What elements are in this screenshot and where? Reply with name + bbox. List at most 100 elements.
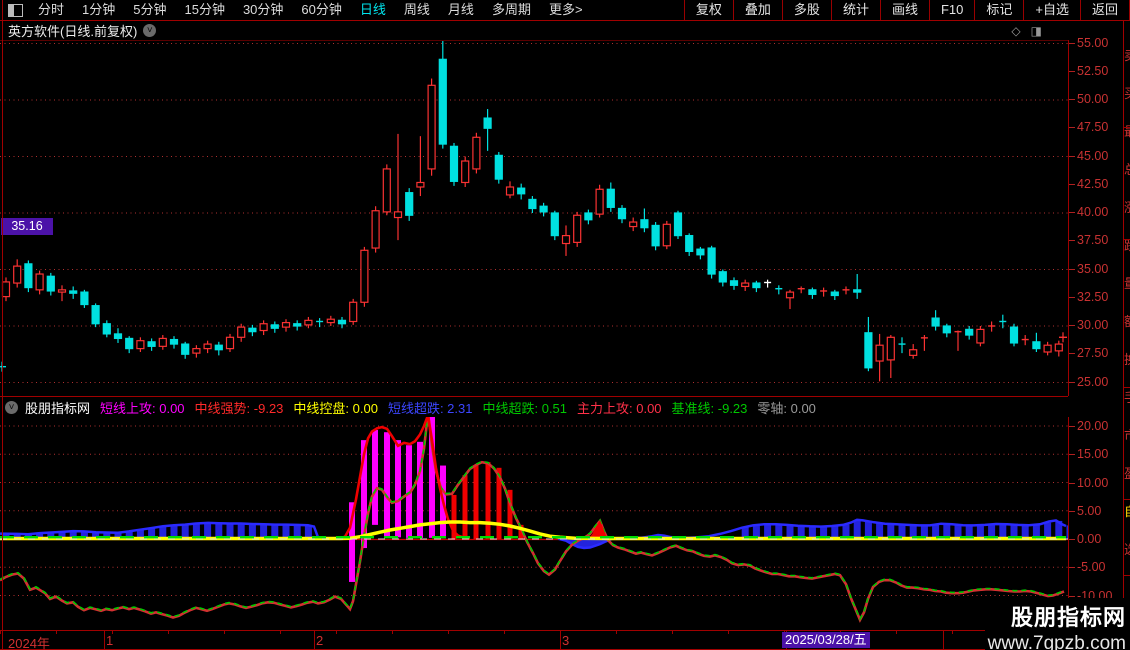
main-chart-svg: [0, 41, 1068, 383]
legend-item: 中线超跌: 0.51: [482, 400, 567, 416]
sidebar-strip-char: 手: [1124, 387, 1130, 406]
axis-tick: [1069, 183, 1075, 185]
candle-body: [539, 205, 548, 213]
candle-body: [80, 291, 89, 306]
candle-body: [785, 291, 795, 299]
toolbar-button-F10[interactable]: F10: [930, 0, 976, 20]
candle-body: [237, 326, 246, 338]
watermark-brand: 股朋指标网: [1010, 605, 1126, 630]
candle-body: [393, 211, 403, 219]
period-tab-更多>[interactable]: 更多>: [540, 0, 592, 20]
toolbar-button-+自选[interactable]: +自选: [1024, 0, 1081, 20]
legend-item: 短线上攻: 0.00: [100, 400, 185, 416]
period-tab-30分钟[interactable]: 30分钟: [234, 0, 292, 20]
month-tick-line: [943, 631, 944, 649]
candle-body: [259, 323, 268, 332]
period-tab-日线[interactable]: 日线: [351, 0, 395, 20]
red-bar: [473, 464, 479, 539]
candle-body: [1043, 344, 1052, 353]
month-label: 1: [106, 633, 114, 648]
period-tab-1分钟[interactable]: 1分钟: [73, 0, 124, 20]
candle-body: [864, 332, 873, 369]
period-tab-多周期[interactable]: 多周期: [483, 0, 540, 20]
red-bar: [485, 462, 491, 539]
candle-body: [46, 275, 55, 292]
period-tab-周线[interactable]: 周线: [395, 0, 439, 20]
candle-body: [169, 338, 179, 345]
sidebar-strip-char: 最: [1124, 121, 1130, 140]
axis-tick: [1069, 426, 1075, 427]
candle-body: [24, 263, 33, 289]
price-axis-label: 50.00: [1077, 92, 1109, 106]
candle-body: [225, 336, 235, 350]
sidebar-strip-sep: [1124, 575, 1130, 576]
indicator-panel[interactable]: [0, 417, 1068, 630]
axis-tick: [1069, 212, 1075, 213]
axis-tick: [1069, 539, 1075, 540]
candle-body: [830, 291, 839, 297]
magenta-bar: [395, 440, 401, 538]
month-label: 3: [562, 633, 570, 648]
period-tab-分时[interactable]: 分时: [29, 0, 73, 20]
collapse-icon[interactable]: ˅: [5, 400, 18, 414]
candle-body: [685, 235, 694, 253]
panel-icon[interactable]: ◨: [1031, 24, 1042, 38]
blue-bar: [853, 520, 861, 539]
candle-body: [561, 235, 571, 245]
sidebar-strip-sep: [1124, 387, 1130, 388]
candle-body: [57, 289, 67, 293]
axis-tick: [1069, 567, 1075, 569]
chevron-down-icon[interactable]: ˅: [143, 24, 157, 37]
toolbar-button-复权[interactable]: 复权: [685, 0, 734, 20]
toolbar-button-叠加[interactable]: 叠加: [734, 0, 783, 20]
candle-body: [673, 212, 683, 237]
candle-body: [461, 160, 470, 184]
period-tab-15分钟[interactable]: 15分钟: [175, 0, 233, 20]
candle-body: [449, 145, 459, 182]
axis-tick: [1069, 240, 1075, 242]
candle-body: [472, 136, 481, 170]
window-left-border: [2, 0, 3, 650]
sidebar-strip-char: 自: [1124, 501, 1130, 520]
price-axis-label: 52.50: [1077, 63, 1109, 78]
candle-body: [584, 212, 593, 221]
current-date-badge: 2025/03/28/五: [782, 632, 870, 648]
candle-body: [550, 212, 559, 237]
legend-item: 主力上攻: 0.00: [577, 400, 662, 416]
price-axis-label: 35.00: [1077, 261, 1109, 276]
diamond-icon[interactable]: ◇: [1011, 24, 1020, 38]
trading-app-window: 分时 1分钟 5分钟 15分钟 30分钟 60分钟 日线 周线 月线 多周期 更多> 复权 叠加 多股统…: [0, 0, 1130, 650]
period-tab-5分钟[interactable]: 5分钟: [124, 0, 175, 20]
candle-body: [91, 305, 100, 325]
toolbar-button-统计[interactable]: 统计: [832, 0, 881, 20]
period-tab-月线[interactable]: 月线: [439, 0, 483, 20]
axis-tick: [1069, 99, 1075, 100]
toolbar-button-多股[interactable]: 多股: [783, 0, 832, 20]
toolbar-button-标记[interactable]: 标记: [975, 0, 1025, 20]
indicator-header: ˅ 股朋指标网 短线上攻: 0.00 中线强势: -9.23 中线控盘: 0.00 短…: [0, 396, 1068, 417]
candle-body: [696, 248, 705, 256]
period-toolbar: 分时 1分钟 5分钟 15分钟 30分钟 60分钟 日线 周线 月线 多周期 更多> 复权 叠加 多股统…: [0, 0, 1130, 21]
sidebar-strip-cutoff: 卖买最总涨跌量额换手市盈自选: [1123, 21, 1130, 648]
sidebar-strip-char: 卖: [1124, 45, 1130, 64]
axis-tick: [1069, 155, 1075, 157]
magenta-bar: [384, 432, 390, 537]
sidebar-strip-char: 选: [1124, 539, 1130, 558]
axis-tick: [1069, 268, 1075, 270]
layout-icon[interactable]: [8, 3, 23, 17]
toolbar-button-画线[interactable]: 画线: [881, 0, 930, 20]
axis-tick: [1069, 127, 1075, 129]
sidebar-strip-sep: [1124, 127, 1130, 128]
candle-body: [360, 249, 369, 303]
candle-body: [192, 348, 201, 354]
candlestick-chart[interactable]: [0, 40, 1068, 397]
axis-tick: [1069, 510, 1075, 512]
price-axis-label: 37.50: [1077, 233, 1109, 248]
toolbar-button-返回[interactable]: 返回: [1081, 0, 1130, 20]
indicator-axis-label: 10.00: [1077, 475, 1109, 490]
candle-body: [371, 210, 380, 249]
legend-item: 零轴: 0.00: [757, 400, 816, 416]
month-label: 2: [316, 633, 324, 648]
candle-body: [405, 192, 414, 216]
period-tab-60分钟[interactable]: 60分钟: [292, 0, 350, 20]
